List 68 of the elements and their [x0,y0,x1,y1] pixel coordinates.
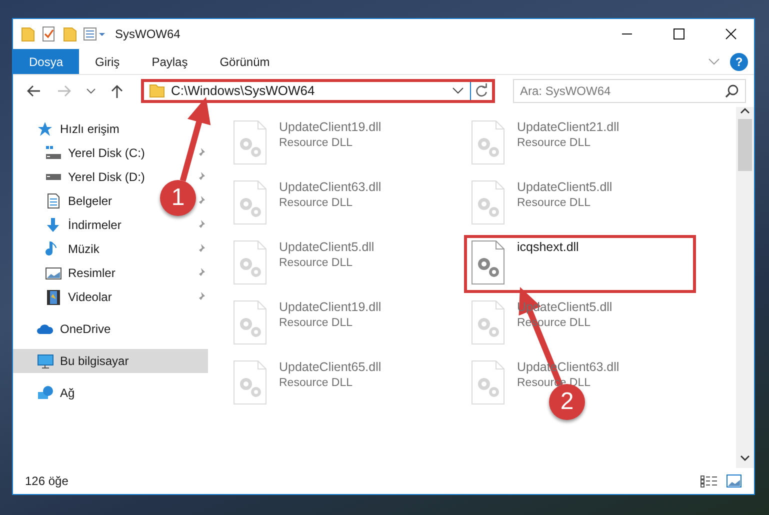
blurred-file-icon [233,300,267,345]
details-view-icon[interactable] [700,474,718,488]
maximize-icon [673,28,685,40]
blurred-file-icon [233,120,267,165]
expand-ribbon-icon[interactable] [708,58,720,66]
document-icon [45,193,62,209]
file-type: Resource DLL [279,376,353,391]
ribbon-tab[interactable]: Görünüm [204,49,286,74]
blurred-file-icon [233,180,267,225]
sidebar-item[interactable]: Yerel Disk (C:) [68,144,145,162]
file-name[interactable]: UpdateClient65.dll [279,360,382,375]
film-icon [45,289,62,305]
network-icon [37,385,54,401]
sidebar-item[interactable]: Hızlı erişim [60,120,120,138]
dropdown-icon[interactable] [452,87,464,95]
properties-icon[interactable] [41,26,57,42]
blurred-file-icon [233,240,267,285]
file-type: Resource DLL [279,136,353,151]
file-type: Resource DLL [279,316,353,331]
file-type: Resource DLL [279,196,353,211]
download-icon [45,217,62,233]
dll-file-icon [471,240,505,285]
help-button[interactable]: ? [730,52,748,70]
picture-icon [45,265,62,281]
ribbon-tab[interactable]: Giriş [79,49,136,74]
sidebar-item[interactable]: Ağ [60,384,75,402]
file-name[interactable]: UpdateClient5.dll [517,180,612,195]
blurred-file-icon [233,360,267,405]
window-title: SysWOW64 [115,26,180,43]
scroll-up-icon[interactable] [740,107,750,115]
file-type: Resource DLL [517,136,591,151]
back-icon[interactable] [26,84,42,98]
file-name[interactable]: UpdateClient21.dll [517,120,620,135]
file-name[interactable]: UpdateClient19.dll [279,300,382,315]
sidebar-item[interactable]: Videolar [68,288,112,306]
search-field[interactable]: Ara: SysWOW64 [513,79,746,103]
blurred-file-icon [471,120,505,165]
sidebar-item[interactable]: Resimler [68,264,116,282]
address-bar[interactable]: C:\Windows\SysWOW64 [141,79,495,103]
scroll-down-icon[interactable] [740,454,750,462]
sidebar-item[interactable]: Yerel Disk (D:) [68,168,145,186]
folder-icon [149,84,165,98]
file-type: Resource DLL [517,196,591,211]
file-name[interactable]: UpdateClient5.dll [279,240,374,255]
item-count: 126 öğe [25,473,68,490]
drive-icon [45,145,62,161]
sidebar-item[interactable]: Müzik [68,240,100,258]
file-name[interactable]: UpdateClient63.dll [279,180,382,195]
sidebar-item[interactable]: İndirmeler [68,216,122,234]
sidebar-item[interactable]: Belgeler [68,192,112,210]
monitor-icon [37,353,54,369]
ribbon-tab[interactable]: Paylaş [136,49,204,74]
search-icon [725,84,739,98]
ribbon-tab[interactable]: Dosya [13,49,80,74]
close-icon [725,28,737,40]
customize-toolbar-icon[interactable] [83,27,105,41]
file-type: Resource DLL [279,256,353,271]
blurred-file-icon [471,360,505,405]
scrollbar-thumb[interactable] [738,119,752,171]
file-name[interactable]: icqshext.dll [517,240,579,255]
scrollbar[interactable] [736,107,754,468]
blurred-file-icon [471,180,505,225]
blurred-file-icon [471,300,505,345]
file-name[interactable]: UpdateClient19.dll [279,120,382,135]
large-icons-view-icon[interactable] [726,474,742,488]
sidebar-item[interactable]: OneDrive [60,320,111,338]
star-icon [37,121,54,137]
up-icon[interactable] [110,84,124,98]
